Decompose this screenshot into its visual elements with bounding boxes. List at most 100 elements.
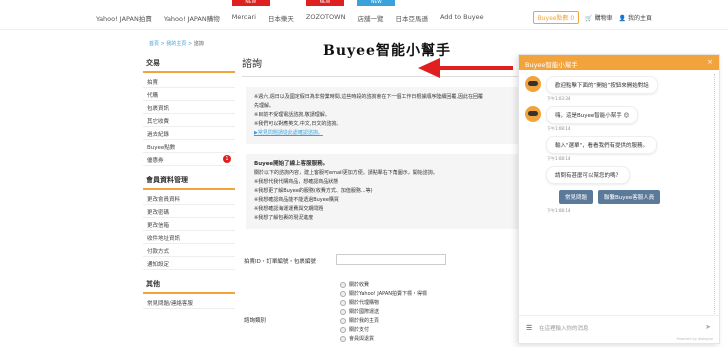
send-icon[interactable]: ➤ <box>705 323 711 331</box>
message-time: 下午1:03:34 <box>547 96 571 101</box>
category-option-label: 關於我的主頁 <box>349 318 380 324</box>
radio-button[interactable] <box>340 317 346 324</box>
sidebar-trade-group: 交易 拍賣 代購 包裹資訊 其它收費 過去紀錄 Buyee點數 優惠券 1 <box>143 55 235 166</box>
nav-amazon[interactable]: 日本亞馬遜 <box>395 13 428 23</box>
category-option[interactable]: 會員與退貨 <box>340 334 427 343</box>
notice-box: ※週六,週日以及國定假日為非營業時間,這些時段的諮詢會在下一個工作日根據順序陸續… <box>246 87 518 144</box>
nav-shops[interactable]: NEW 店舖一覽 <box>357 0 396 23</box>
breadcrumb: 首頁 > 我的主頁 > 諮詢 <box>149 41 204 47</box>
sidebar-item-history[interactable]: 過去紀錄 <box>143 127 235 140</box>
sidebar-item-other-fees[interactable]: 其它收費 <box>143 114 235 127</box>
info-desc: 關於以下的諮詢內容，建上客服可email更加方便。請點擊右下角圖示，開始諮詢。 <box>254 170 438 176</box>
sidebar-item-proxy[interactable]: 代購 <box>143 88 235 101</box>
message-time: 下午1:08:14 <box>547 126 571 131</box>
radio-button[interactable] <box>340 326 346 333</box>
category-option-label: 會員與退貨 <box>349 336 375 342</box>
chat-scrollbar[interactable] <box>714 74 717 314</box>
sidebar: 交易 拍賣 代購 包裹資訊 其它收費 過去紀錄 Buyee點數 優惠券 1 會員資… <box>143 55 235 315</box>
breadcrumb-home[interactable]: 首頁 <box>149 41 159 47</box>
sidebar-item-auction[interactable]: 拍賣 <box>143 75 235 88</box>
close-icon[interactable]: × <box>707 58 713 66</box>
chat-input[interactable]: 在這裡輸入你的消息 <box>539 324 589 332</box>
top-nav-links: Yahoo! JAPAN拍賣 Yahoo! JAPAN購物 NEW Mercari… <box>96 0 484 23</box>
cart-link[interactable]: 🛒 購物車 <box>585 13 612 22</box>
notice-line: 先理解。 <box>254 103 275 109</box>
nav-yahoo-shopping[interactable]: Yahoo! JAPAN購物 <box>164 13 220 23</box>
info-item: ※我想確認海運運費與交期問題 <box>254 206 324 212</box>
account-link[interactable]: 👤 我的主頁 <box>619 13 652 22</box>
nav-zozotown[interactable]: NEW ZOZOTOWN <box>305 0 345 23</box>
bot-avatar-icon <box>525 106 541 122</box>
breadcrumb-current: 諮詢 <box>193 41 204 47</box>
category-option[interactable]: 關於我的主頁 <box>340 316 427 325</box>
info-title: Buyee開始了線上客服服務。 <box>254 161 329 167</box>
chat-bubble: 嗨，這是Buyee智能小幫手 😊 <box>546 106 639 124</box>
new-badge: NEW <box>305 0 344 6</box>
radio-button[interactable] <box>340 290 346 297</box>
annotation-title: Buyee智能小幫手 <box>323 43 451 59</box>
points-button[interactable]: Buyee點數 0 <box>532 11 580 24</box>
cart-label: 購物車 <box>594 15 613 22</box>
notice-line: ※我們可以對應英文,中文,日文的諮詢。 <box>254 121 342 127</box>
quick-reply-buttons: 常見問題 聯繫Buyee客服人員 <box>559 190 713 204</box>
category-option[interactable]: 關於代理購物 <box>340 298 427 307</box>
faq-button[interactable]: 常見問題 <box>559 190 594 204</box>
sidebar-item-packages[interactable]: 包裹資訊 <box>143 101 235 114</box>
chat-message: 輸入"選單"，看看我們有提供的服務。 <box>546 136 713 154</box>
message-time: 下午1:08:14 <box>547 156 571 161</box>
radio-button[interactable] <box>340 299 346 306</box>
chat-message: 嗨，這是Buyee智能小幫手 😊 <box>525 106 713 124</box>
account-label: 我的主頁 <box>627 15 652 22</box>
sidebar-item-address[interactable]: 收件地址資訊 <box>143 231 235 244</box>
category-option-label: 關於代理購物 <box>349 300 380 306</box>
breadcrumb-mypage[interactable]: 我的主頁 <box>166 41 186 47</box>
sidebar-other-title: 其他 <box>143 276 235 294</box>
coupon-count-badge: 1 <box>223 155 231 163</box>
nav-mercari[interactable]: NEW Mercari <box>231 0 270 23</box>
sidebar-item-email[interactable]: 更改信箱 <box>143 218 235 231</box>
chat-message: 歡迎點擊下面的“開始”按鈕來開始對話 <box>525 76 713 94</box>
category-option[interactable]: 關於收費 <box>340 280 427 289</box>
nav-mercari-label: Mercari <box>231 13 256 21</box>
category-option-label: 關於Yahoo! JAPAN拍賣下標・得標 <box>349 291 427 297</box>
sidebar-item-points[interactable]: Buyee點數 <box>143 140 235 153</box>
sidebar-item-coupons-label: 優惠券 <box>147 158 164 164</box>
nav-yahoo-auction[interactable]: Yahoo! JAPAN拍賣 <box>96 13 152 23</box>
menu-icon[interactable]: ☰ <box>526 324 532 332</box>
notice-line: ※目前不受理電話諮詢,敬請理解。 <box>254 112 330 118</box>
radio-button[interactable] <box>340 308 346 315</box>
sidebar-item-profile[interactable]: 更改會員資料 <box>143 192 235 205</box>
radio-button[interactable] <box>340 281 346 288</box>
radio-button[interactable] <box>340 335 346 342</box>
chat-bubble: 歡迎點擊下面的“開始”按鈕來開始對話 <box>546 76 658 94</box>
category-option[interactable]: 關於國際運送 <box>340 307 427 316</box>
sidebar-item-password[interactable]: 更改密碼 <box>143 205 235 218</box>
sidebar-item-payment[interactable]: 付款方式 <box>143 244 235 257</box>
category-option-label: 關於收費 <box>349 282 370 288</box>
sidebar-item-coupons[interactable]: 優惠券 1 <box>143 153 235 166</box>
chat-bubble: 請問有甚麼可以幫您的嗎？ <box>546 166 631 184</box>
category-option[interactable]: 關於支付 <box>340 325 427 334</box>
contact-agent-button[interactable]: 聯繫Buyee客服人員 <box>598 190 661 204</box>
sidebar-item-faq[interactable]: 常見問題/連絡客服 <box>143 296 235 309</box>
chat-message: 請問有甚麼可以幫您的嗎？ <box>546 166 713 184</box>
category-option-label: 關於國際運送 <box>349 309 380 315</box>
faq-link[interactable]: ▶常見問題請從此處確認諮詢。 <box>254 129 510 138</box>
nav-add-to-buyee[interactable]: Add to Buyee <box>440 13 484 23</box>
main-content: 諮詢 ※週六,週日以及國定假日為非營業時間,這些時段的諮詢會在下一個工作日根據順… <box>242 55 522 239</box>
info-item: ※我想更了解Buyee的服務(收費方式、加值服務...等) <box>254 188 373 194</box>
sidebar-member-title: 會員資料管理 <box>143 172 235 190</box>
info-item: ※我想代我代購商品，想確認商品狀態 <box>254 179 339 185</box>
id-input[interactable] <box>336 254 446 265</box>
top-nav-right: Buyee點數 0 🛒 購物車 👤 我的主頁 <box>532 11 652 24</box>
new-badge: NEW <box>357 0 396 6</box>
info-item: ※我想了解包裹的現況進度 <box>254 215 314 221</box>
top-nav: Yahoo! JAPAN拍賣 Yahoo! JAPAN購物 NEW Mercari… <box>0 0 728 30</box>
sidebar-item-notifications[interactable]: 通知設定 <box>143 257 235 270</box>
message-time: 下午1:08:14 <box>547 208 571 213</box>
category-option[interactable]: 關於Yahoo! JAPAN拍賣下標・得標 <box>340 289 427 298</box>
chat-footer: ☰ 在這裡輸入你的消息 ➤ Powered by dialogue <box>519 315 719 343</box>
new-badge: NEW <box>231 0 270 6</box>
nav-rakuten[interactable]: 日本樂天 <box>268 13 294 23</box>
bot-avatar-icon <box>525 76 541 92</box>
